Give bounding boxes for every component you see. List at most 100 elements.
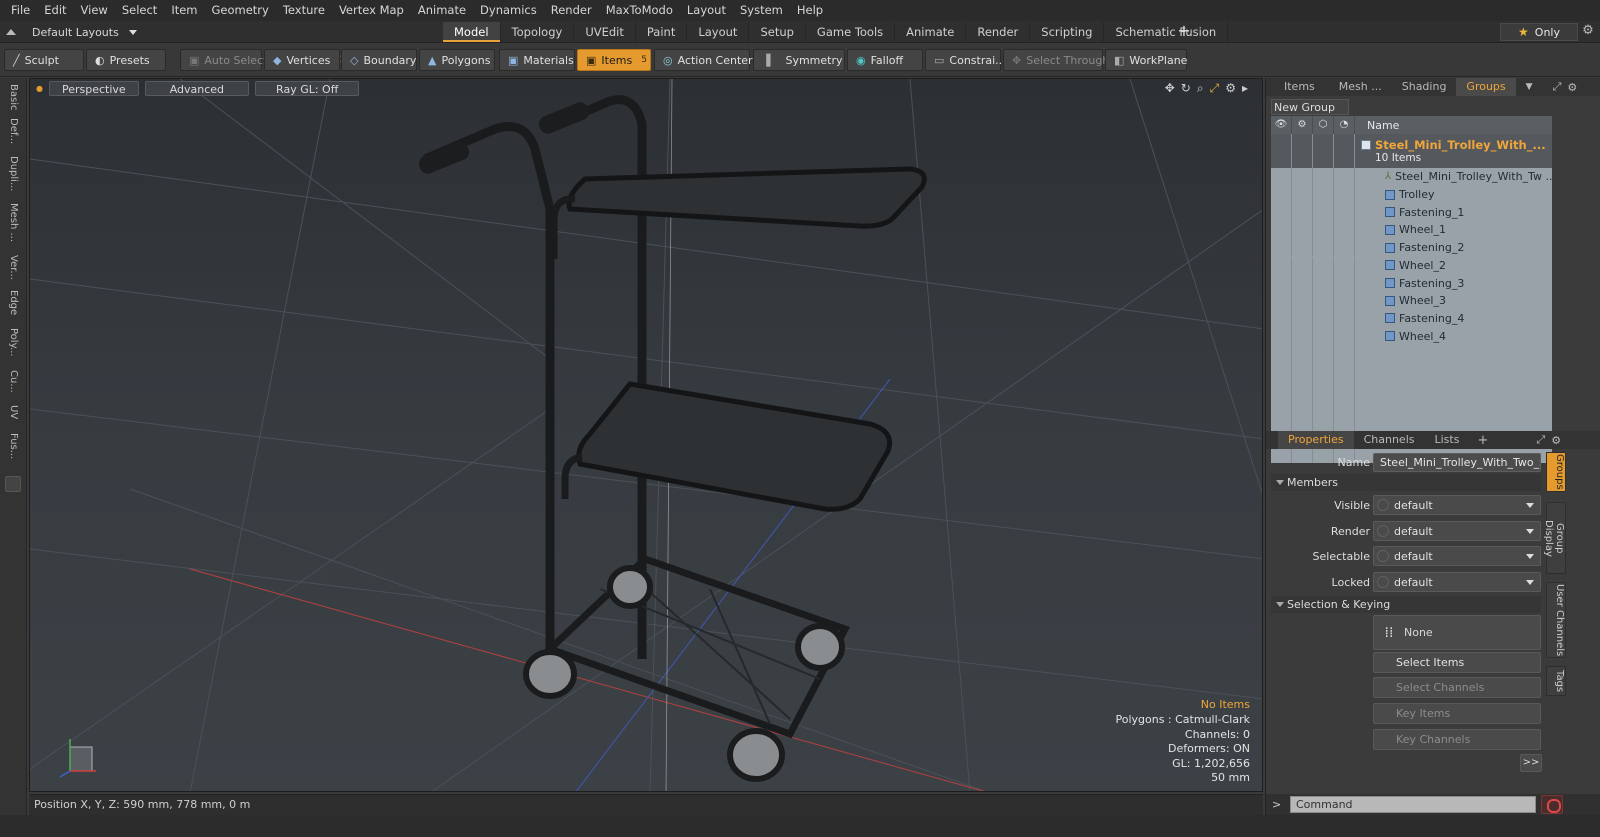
- sculpt-button[interactable]: ╱ Sculpt: [4, 49, 84, 71]
- list-item[interactable]: Fastening_1: [1271, 203, 1552, 222]
- 3d-viewport[interactable]: ● Perspective Advanced Ray GL: Off ✥ ↻ ⌕…: [29, 78, 1263, 792]
- panel-gear-icon[interactable]: ⚙: [1551, 434, 1561, 447]
- tab-mesh[interactable]: Mesh ...: [1329, 78, 1392, 96]
- tab-paint[interactable]: Paint: [636, 22, 688, 42]
- menu-render[interactable]: Render: [546, 0, 601, 21]
- tab-topology[interactable]: Topology: [501, 22, 575, 42]
- list-item[interactable]: ⅄ Steel_Mini_Trolley_With_Tw ...: [1271, 168, 1552, 186]
- presets-button[interactable]: ◐ Presets: [86, 49, 166, 71]
- side-tab-user-channels[interactable]: User Channels: [1546, 582, 1566, 658]
- menu-item[interactable]: Item: [166, 0, 206, 21]
- members-section[interactable]: Members: [1271, 474, 1541, 491]
- tab-render[interactable]: Render: [966, 22, 1031, 42]
- left-tab-edge[interactable]: Edge: [4, 288, 22, 318]
- tab-animate[interactable]: Animate: [895, 22, 967, 42]
- tab-shading[interactable]: Shading: [1392, 78, 1457, 96]
- viewport-gear-icon[interactable]: ⚙: [1225, 81, 1236, 96]
- shading-mode-dropdown[interactable]: Advanced: [144, 80, 250, 96]
- left-tab-vertex[interactable]: Ver...: [4, 250, 22, 284]
- tab-properties[interactable]: Properties: [1278, 431, 1354, 449]
- expand-arrow-icon[interactable]: ▸: [1242, 81, 1248, 96]
- visibility-eye-icon[interactable]: 👁: [1271, 116, 1292, 134]
- auto-select-button[interactable]: ▣ Auto Select: [180, 49, 267, 71]
- maximize-icon[interactable]: ⤢: [1536, 433, 1545, 447]
- lock-icon[interactable]: ⬡: [1313, 116, 1334, 134]
- workplane-button[interactable]: ◧ WorkPlane: [1105, 49, 1187, 71]
- menu-select[interactable]: Select: [117, 0, 166, 21]
- tab-game-tools[interactable]: Game Tools: [806, 22, 896, 42]
- menu-maxtomodo[interactable]: MaxToModo: [601, 0, 682, 21]
- menu-dynamics[interactable]: Dynamics: [475, 0, 546, 21]
- side-tab-tags[interactable]: Tags: [1546, 666, 1566, 696]
- left-tab-uv[interactable]: UV: [4, 400, 22, 424]
- rotate-icon[interactable]: ↻: [1181, 81, 1191, 96]
- list-item[interactable]: Wheel_2: [1271, 256, 1552, 275]
- polygons-button[interactable]: ▲ Polygons: [419, 49, 495, 71]
- render-dropdown[interactable]: default: [1373, 521, 1541, 541]
- group-row[interactable]: Steel_Mini_Trolley_With_... 10 Items: [1271, 134, 1552, 168]
- record-icon[interactable]: [1541, 795, 1563, 814]
- select-channels-button[interactable]: Select Channels: [1373, 677, 1541, 698]
- layout-selector[interactable]: Default Layouts: [6, 23, 137, 41]
- locked-dropdown[interactable]: default: [1373, 572, 1541, 592]
- list-item[interactable]: Fastening_3: [1271, 274, 1552, 292]
- tab-setup[interactable]: Setup: [749, 22, 806, 42]
- chevron-down-icon[interactable]: ▼: [1526, 82, 1533, 92]
- menu-texture[interactable]: Texture: [278, 0, 334, 21]
- symmetry-button[interactable]: ▐ Symmetry: [753, 49, 845, 71]
- group-name-field[interactable]: Steel_Mini_Trolley_With_Two_She: [1373, 453, 1541, 472]
- selectable-dropdown[interactable]: default: [1373, 546, 1541, 566]
- menu-edit[interactable]: Edit: [39, 0, 75, 21]
- left-tab-mesh[interactable]: Mesh ...: [4, 200, 22, 246]
- menu-system[interactable]: System: [735, 0, 792, 21]
- raygl-toggle[interactable]: Ray GL: Off: [255, 80, 360, 96]
- tab-lists[interactable]: Lists: [1425, 431, 1470, 449]
- add-tab-button[interactable]: +: [1175, 23, 1193, 41]
- left-tab-fusion[interactable]: Fus...: [4, 428, 22, 464]
- command-input[interactable]: Command: [1290, 796, 1536, 813]
- tab-channels[interactable]: Channels: [1354, 431, 1425, 449]
- tab-model[interactable]: Model: [443, 22, 501, 42]
- menu-animate[interactable]: Animate: [413, 0, 475, 21]
- side-tab-groups[interactable]: Groups: [1546, 452, 1566, 492]
- render-icon[interactable]: ⚙: [1292, 116, 1313, 134]
- tab-groups[interactable]: Groups: [1456, 78, 1516, 96]
- zoom-icon[interactable]: ⌕: [1197, 81, 1204, 96]
- collapse-icon[interactable]: [6, 29, 16, 35]
- more-button[interactable]: >>: [1520, 754, 1542, 772]
- list-item[interactable]: Fastening_2: [1271, 238, 1552, 257]
- left-tab-deform[interactable]: Def...: [4, 114, 22, 148]
- add-tab-icon[interactable]: +: [1477, 433, 1488, 448]
- tab-schematic-fusion[interactable]: Schematic Fusion: [1104, 22, 1229, 42]
- left-tab-duplicate[interactable]: Dupli...: [4, 152, 22, 196]
- list-item[interactable]: Wheel_1: [1271, 221, 1552, 239]
- menu-layout[interactable]: Layout: [682, 0, 735, 21]
- materials-button[interactable]: ▣ Materials: [499, 49, 575, 71]
- none-button[interactable]: ⁞⁞ None: [1373, 615, 1541, 650]
- new-group-button[interactable]: New Group: [1271, 99, 1349, 115]
- selection-keying-section[interactable]: Selection & Keying: [1271, 596, 1541, 613]
- tab-layout[interactable]: Layout: [687, 22, 750, 42]
- items-button[interactable]: ▣ Items 5: [577, 49, 651, 71]
- list-item[interactable]: Trolley: [1271, 185, 1552, 204]
- select-items-button[interactable]: Select Items: [1373, 652, 1541, 673]
- left-tab-curve[interactable]: Cu...: [4, 366, 22, 396]
- falloff-button[interactable]: ◉ Falloff: [847, 49, 923, 71]
- vertices-button[interactable]: ◆ Vertices 1: [264, 49, 345, 71]
- gear-icon[interactable]: ⚙: [1580, 23, 1596, 41]
- fit-icon[interactable]: ⤢: [1210, 81, 1220, 96]
- side-tab-group-display[interactable]: Group Display: [1543, 502, 1566, 574]
- list-item[interactable]: Wheel_3: [1271, 291, 1552, 310]
- only-button[interactable]: ★ Only: [1500, 23, 1578, 41]
- menu-vertex-map[interactable]: Vertex Map: [334, 0, 413, 21]
- select-icon[interactable]: ◔: [1334, 116, 1355, 134]
- left-tab-polygon[interactable]: Poly...: [4, 322, 22, 362]
- visible-dropdown[interactable]: default: [1373, 495, 1541, 515]
- panel-gear-icon[interactable]: ⚙: [1567, 81, 1577, 94]
- key-channels-button[interactable]: Key Channels: [1373, 729, 1541, 750]
- menu-file[interactable]: File: [6, 0, 39, 21]
- boundary-button[interactable]: ◇ Boundary: [341, 49, 417, 71]
- maximize-icon[interactable]: ⤢: [1553, 80, 1562, 94]
- action-center-button[interactable]: ◎ Action Center: [654, 49, 753, 71]
- left-tab-basic[interactable]: Basic: [4, 82, 22, 112]
